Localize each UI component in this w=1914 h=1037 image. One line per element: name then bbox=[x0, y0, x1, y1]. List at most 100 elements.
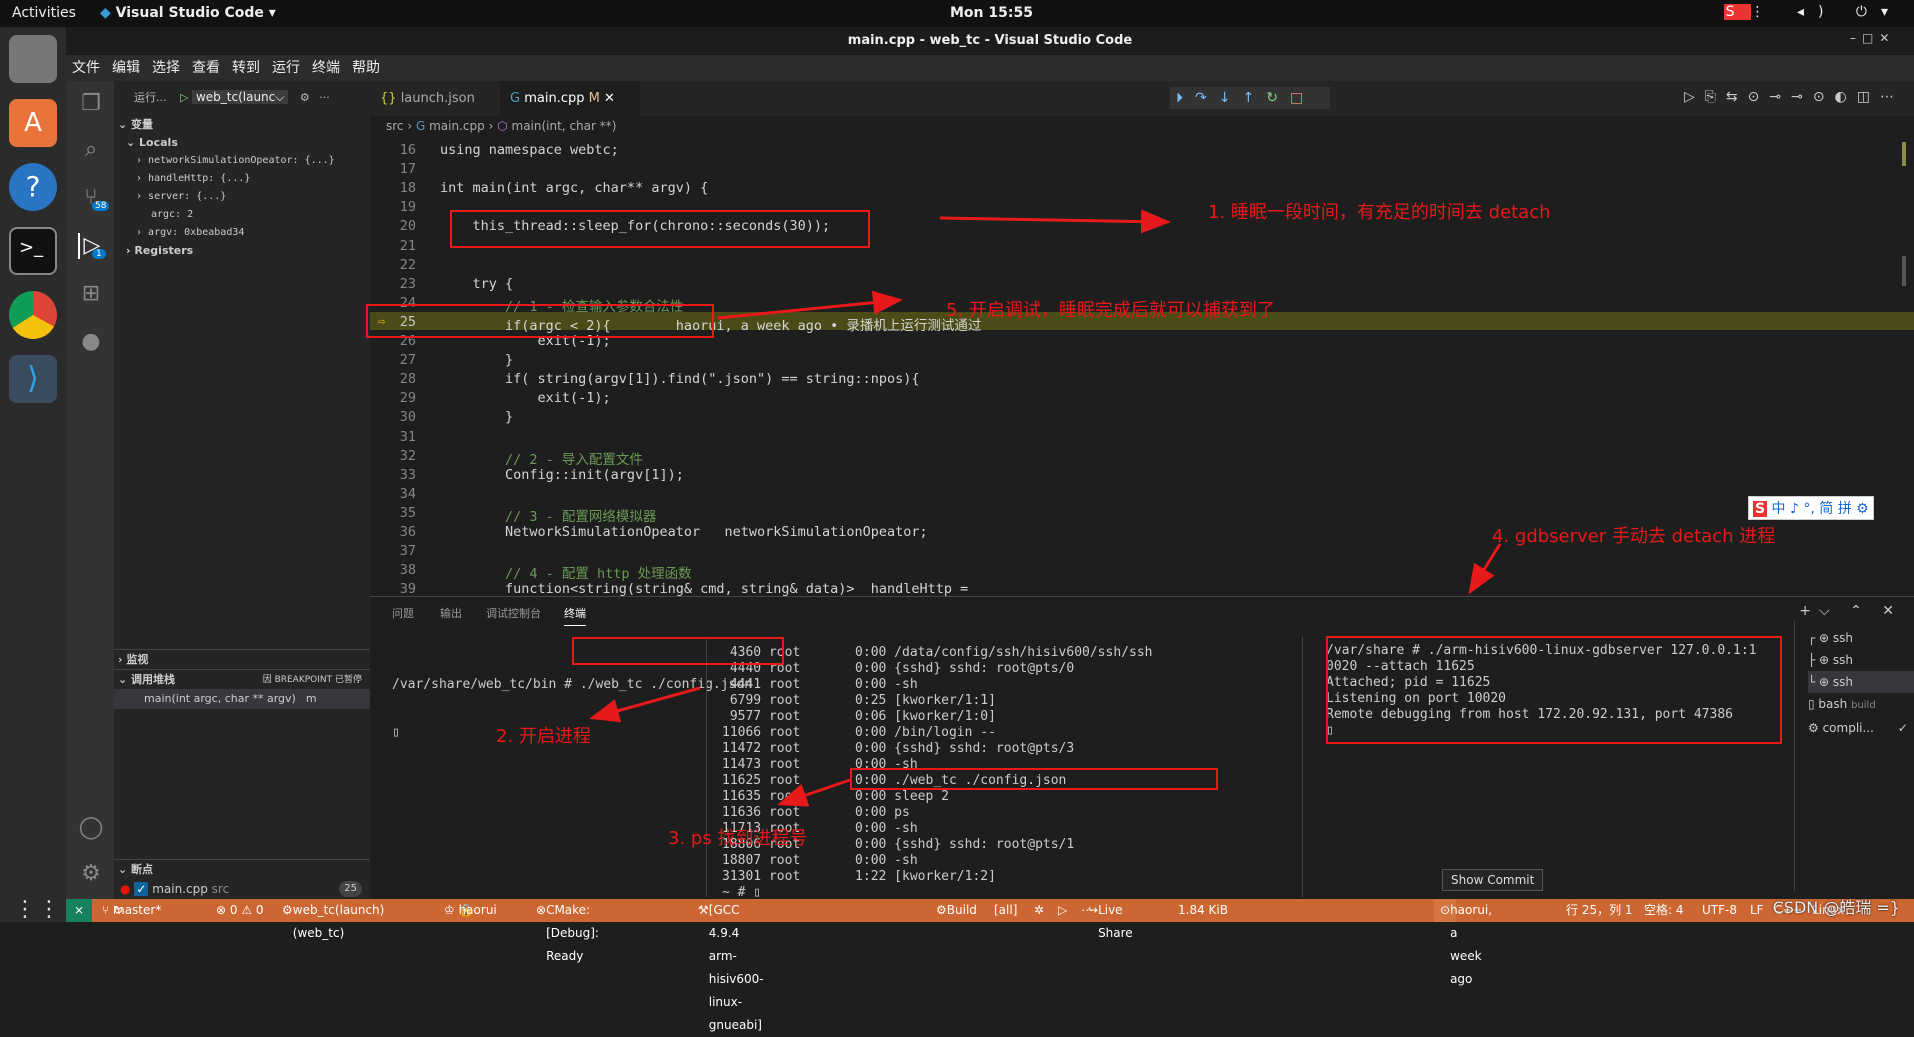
system-tray[interactable]: S ⋮ ◂) ⏻▾ bbox=[1723, 4, 1902, 20]
tab-main-cpp[interactable]: G main.cpp M ✕ bbox=[500, 81, 640, 116]
terminal-list-item[interactable]: ⚙ compli... ✓ bbox=[1808, 717, 1914, 739]
restart-icon[interactable]: ↻ bbox=[1266, 90, 1290, 106]
step-into-icon[interactable]: ↓ bbox=[1219, 90, 1243, 106]
callstack-header[interactable]: ⌄ 调用堆栈因 BREAKPOINT 已暂停 bbox=[114, 669, 370, 689]
line-number[interactable]: 28 bbox=[370, 371, 416, 387]
config-gear-icon[interactable]: ⚙ bbox=[300, 91, 310, 104]
indentation[interactable]: 空格: 4 bbox=[1644, 899, 1684, 922]
line-number[interactable]: 27 bbox=[370, 352, 416, 368]
menu-go[interactable]: 转到 bbox=[226, 55, 266, 81]
clock[interactable]: Mon 15:55 bbox=[950, 5, 1033, 21]
more-icon[interactable]: ··· bbox=[319, 91, 330, 104]
line-number[interactable]: 36 bbox=[370, 524, 416, 540]
cursor-position[interactable]: 行 25，列 1 bbox=[1566, 899, 1633, 922]
terminal-icon[interactable]: >_ bbox=[9, 227, 57, 275]
start-debug-icon[interactable]: ▷ bbox=[180, 91, 188, 104]
locals-scope[interactable]: ⌄ Locals bbox=[114, 133, 370, 153]
variables-header[interactable]: ⌄ 变量 bbox=[114, 115, 370, 135]
line-number[interactable]: 23 bbox=[370, 276, 416, 292]
window-controls[interactable]: –□✕ bbox=[1850, 31, 1895, 45]
line-number[interactable]: 20 bbox=[370, 218, 416, 234]
line-number[interactable]: 38 bbox=[370, 562, 416, 578]
app-menu[interactable]: ◆ Visual Studio Code ▾ bbox=[100, 5, 276, 21]
breadcrumb-symbol[interactable]: main(int, char **) bbox=[512, 119, 617, 133]
line-number[interactable]: 35 bbox=[370, 505, 416, 521]
activities-button[interactable]: Activities bbox=[12, 5, 76, 21]
menu-run[interactable]: 运行 bbox=[266, 55, 306, 81]
search-icon[interactable]: ⌕ bbox=[78, 137, 104, 163]
show-commit-tooltip[interactable]: Show Commit bbox=[1442, 869, 1544, 891]
tab-problems[interactable]: 问题 bbox=[392, 605, 414, 621]
line-number[interactable]: 19 bbox=[370, 199, 416, 215]
line-number[interactable]: 31 bbox=[370, 429, 416, 445]
user-status[interactable]: ♔ haorui 🔒 bbox=[444, 899, 497, 922]
menu-edit[interactable]: 编辑 bbox=[106, 55, 146, 81]
terminal-split-divider[interactable] bbox=[1302, 637, 1303, 897]
settings-gear-icon[interactable]: ⚙ bbox=[78, 861, 104, 887]
chrome-icon[interactable] bbox=[9, 291, 57, 339]
line-number[interactable]: 34 bbox=[370, 486, 416, 502]
panel-actions[interactable]: +⌵ ⌃ ✕ bbox=[1799, 603, 1902, 619]
terminal-list-item[interactable]: ┌ ⊕ ssh bbox=[1808, 627, 1914, 649]
scrollbar-thumb[interactable] bbox=[1902, 256, 1906, 286]
variable-row[interactable]: › networkSimulationOpeator: {...} bbox=[114, 151, 370, 171]
line-number[interactable]: 32 bbox=[370, 448, 416, 464]
breakpoint-checkbox[interactable]: ✓ bbox=[134, 882, 149, 896]
menu-terminal[interactable]: 终端 bbox=[306, 55, 346, 81]
software-center-icon[interactable]: A bbox=[9, 99, 57, 147]
variable-row[interactable]: › handleHttp: {...} bbox=[114, 169, 370, 189]
explorer-icon[interactable]: ❐ bbox=[78, 91, 104, 117]
terminal-split-divider[interactable] bbox=[706, 637, 707, 897]
terminal-list-item[interactable]: ├ ⊕ ssh bbox=[1808, 649, 1914, 671]
tab-output[interactable]: 输出 bbox=[440, 605, 462, 621]
step-out-icon[interactable]: ↑ bbox=[1242, 90, 1266, 106]
line-number[interactable]: 17 bbox=[370, 161, 416, 177]
line-number[interactable]: 33 bbox=[370, 467, 416, 483]
variable-row[interactable]: argc: 2 bbox=[114, 205, 370, 225]
files-icon[interactable] bbox=[9, 35, 57, 83]
cmake-status[interactable]: ⊗ CMake: [Debug]: Ready bbox=[536, 899, 599, 963]
tab-terminal[interactable]: 终端 bbox=[564, 605, 586, 626]
continue-icon[interactable]: ⏵ bbox=[1176, 90, 1195, 106]
breakpoints-header[interactable]: ⌄ 断点 bbox=[114, 859, 370, 879]
stack-frame[interactable]: main(int argc, char ** argv) m bbox=[114, 689, 370, 709]
git-blame[interactable]: ⊙ haorui, a week ago bbox=[1434, 899, 1492, 986]
breakpoint-item[interactable]: ● ✓ main.cpp src 25 bbox=[114, 879, 370, 899]
line-number[interactable]: 37 bbox=[370, 543, 416, 559]
github-icon[interactable]: ● bbox=[78, 329, 104, 355]
menu-view[interactable]: 查看 bbox=[186, 55, 226, 81]
menu-file[interactable]: 文件 bbox=[66, 55, 106, 81]
line-number[interactable]: 21 bbox=[370, 238, 416, 254]
tab-launch-json[interactable]: {} launch.json M bbox=[370, 81, 498, 141]
line-number[interactable]: 18 bbox=[370, 180, 416, 196]
eol[interactable]: LF bbox=[1750, 899, 1764, 922]
remote-icon[interactable]: ⨯ bbox=[66, 899, 92, 922]
variable-row[interactable]: › server: {...} bbox=[114, 187, 370, 207]
line-number[interactable]: 39 bbox=[370, 581, 416, 597]
terminal-list-item[interactable]: ▯ bash build bbox=[1808, 693, 1914, 717]
ime-tray-icon[interactable]: S bbox=[1723, 4, 1751, 20]
ime-toolbar[interactable]: S 中 ♪ °, 简 拼 ⚙ bbox=[1748, 496, 1874, 520]
menu-help[interactable]: 帮助 bbox=[346, 55, 386, 81]
build-target[interactable]: [all] bbox=[994, 899, 1017, 922]
breadcrumb-src[interactable]: src bbox=[386, 119, 404, 133]
vscode-icon[interactable]: ⟩ bbox=[9, 355, 57, 403]
line-number[interactable]: 30 bbox=[370, 409, 416, 425]
launch-config-select[interactable]: web_tc(launc⌵ bbox=[191, 90, 289, 104]
account-icon[interactable]: ◯ bbox=[78, 815, 104, 841]
stop-icon[interactable]: □ bbox=[1290, 90, 1315, 106]
build-button[interactable]: ⚙ Build bbox=[936, 899, 977, 922]
line-number[interactable]: 22 bbox=[370, 257, 416, 273]
kit-status[interactable]: ⚒ [GCC 4.9.4 arm-hisiv600-linux-gnueabi] bbox=[698, 899, 764, 1032]
step-over-icon[interactable]: ↷ bbox=[1195, 90, 1219, 106]
live-share[interactable]: ↪ Live Share bbox=[1088, 899, 1133, 940]
menu-selection[interactable]: 选择 bbox=[146, 55, 186, 81]
problems-count[interactable]: ⊗ 0 ⚠ 0 bbox=[216, 899, 264, 922]
registers-scope[interactable]: › Registers bbox=[114, 241, 370, 261]
watch-header[interactable]: › 监视 bbox=[114, 649, 370, 669]
debug-launch-status[interactable]: ⚙ web_tc(launch) (web_tc) bbox=[282, 899, 384, 940]
tab-debug-console[interactable]: 调试控制台 bbox=[486, 605, 541, 621]
help-icon[interactable]: ? bbox=[9, 163, 57, 211]
git-branch[interactable]: ⑂ master* ↻ bbox=[102, 899, 161, 922]
line-number[interactable]: 29 bbox=[370, 390, 416, 406]
